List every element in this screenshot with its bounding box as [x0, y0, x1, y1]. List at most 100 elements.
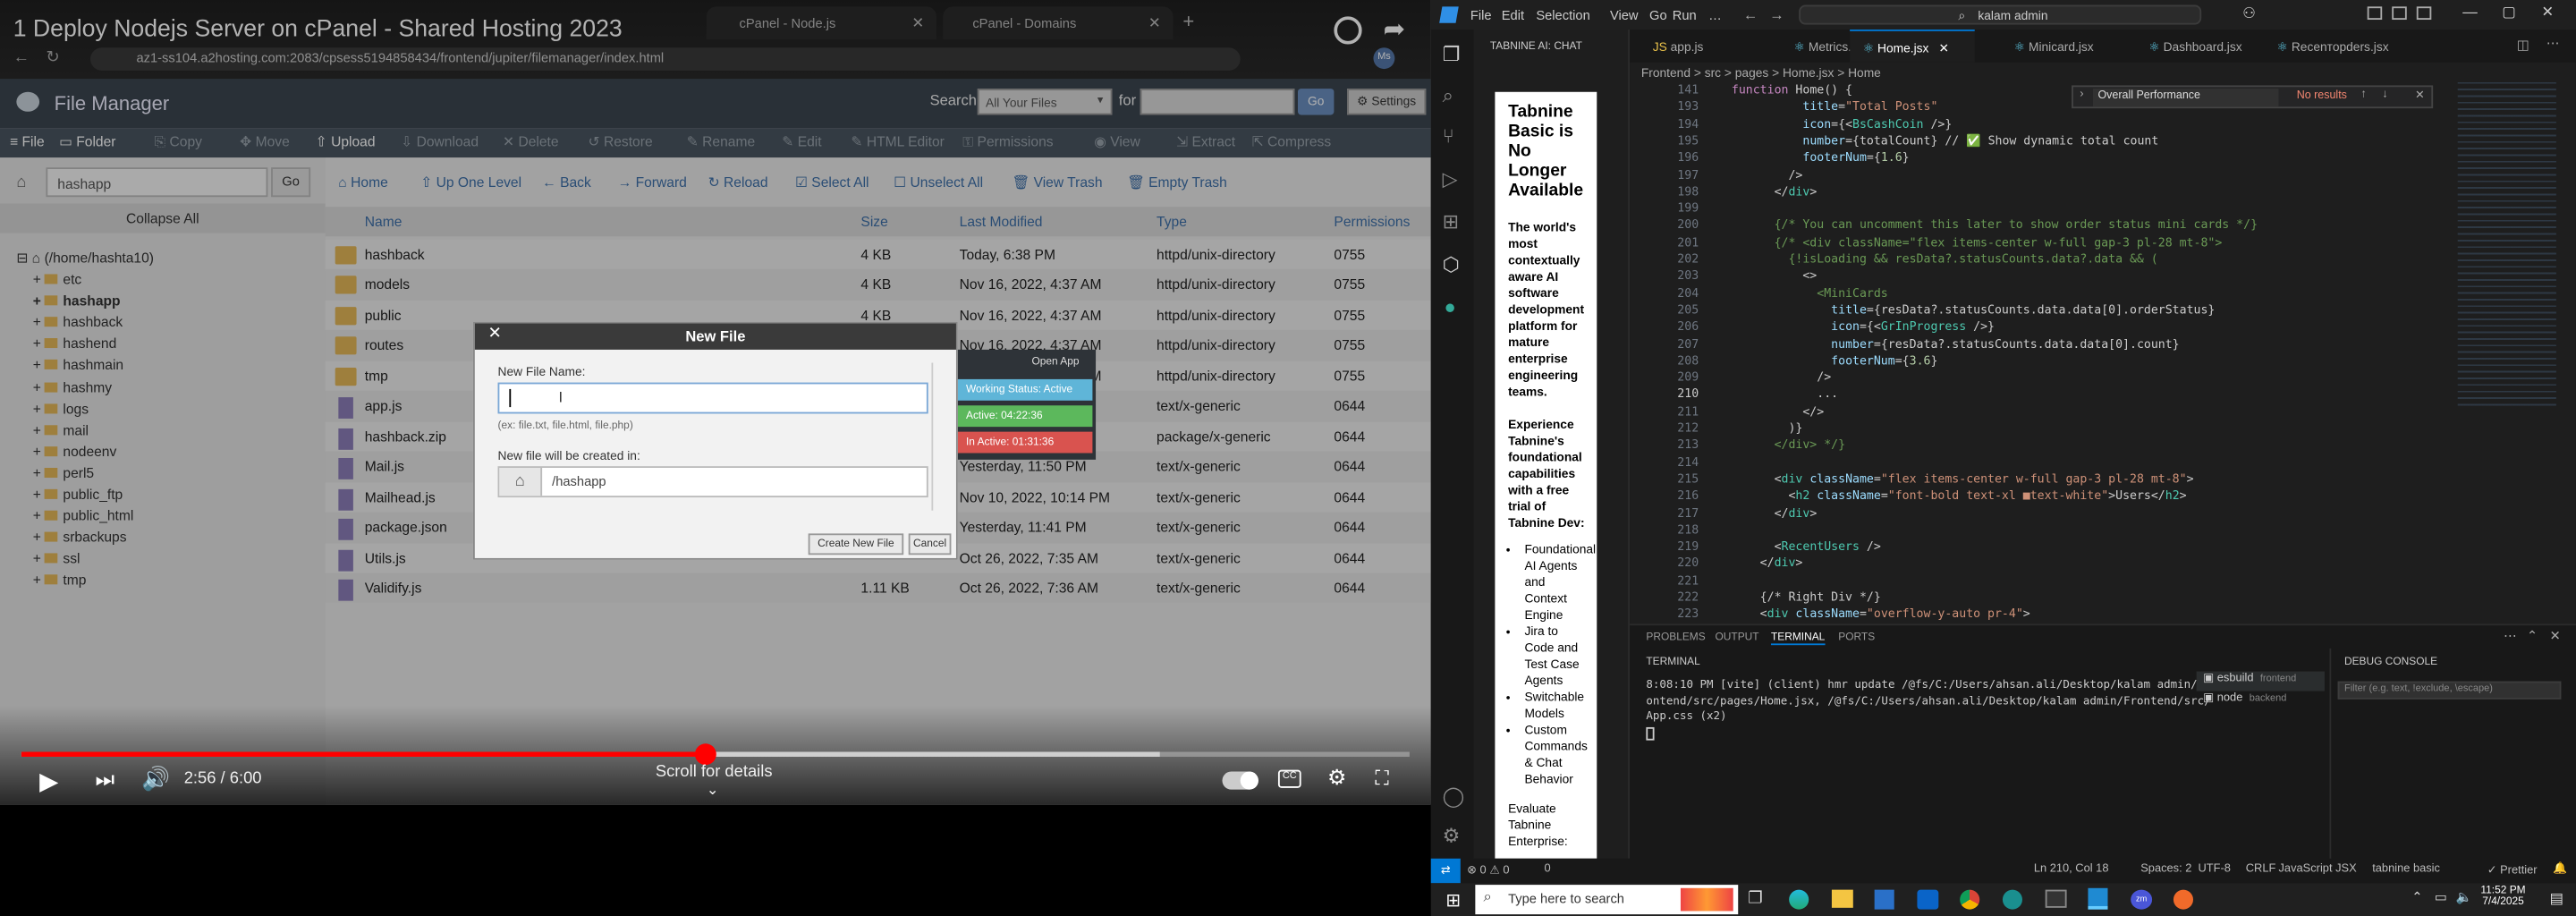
tree-item-public_html[interactable]: + public_html	[33, 507, 134, 523]
scroll-hint[interactable]: Scroll for details	[656, 763, 773, 781]
tree-item-public_ftp[interactable]: + public_ftp	[33, 486, 123, 502]
tree-item-hashmain[interactable]: + hashmain	[33, 357, 123, 373]
tab-minicardjsx[interactable]: ⚛ Minicard.jsx	[2001, 30, 2132, 63]
tree-item-tmp[interactable]: + tmp	[33, 572, 87, 588]
tabnine-icon[interactable]: ⬡	[1443, 253, 1460, 276]
manage-gear-icon[interactable]: ⚙	[1443, 824, 1461, 847]
tree-item-logs[interactable]: + logs	[33, 400, 89, 416]
fullscreen-icon[interactable]: ⛶	[1375, 767, 1388, 792]
breadcrumb[interactable]: Frontend > src > pages > Home.jsx > Home	[1641, 65, 1881, 81]
back-arrow-icon[interactable]: ←	[1743, 6, 1758, 22]
explorer-icon[interactable]: ❐	[1443, 43, 1461, 66]
table-row[interactable]: Validify.js 1.11 KB Oct 26, 2022, 7:36 AM t…	[325, 572, 1431, 604]
reload-icon[interactable]: ↻	[46, 49, 59, 67]
watch-later-icon[interactable]	[1334, 16, 1362, 45]
run-debug-icon[interactable]: ▷	[1443, 167, 1458, 191]
language-mode[interactable]: JavaScript JSX	[2279, 863, 2357, 875]
panel-tab-problems[interactable]: PROBLEMS	[1646, 632, 1705, 644]
app-icon[interactable]	[2002, 889, 2022, 910]
chevron-down-icon[interactable]: ⌄	[707, 782, 719, 800]
source-control-icon[interactable]: ⑂	[1443, 124, 1454, 148]
action-home[interactable]: ⌂ Home	[338, 174, 387, 191]
menu-view[interactable]: View	[1610, 8, 1639, 23]
file-name-input[interactable]: I	[497, 382, 928, 414]
vscode-taskbar-icon[interactable]	[2088, 887, 2108, 910]
layout-icon[interactable]	[2367, 6, 2383, 21]
windows-start-icon[interactable]: ⊞	[1445, 890, 1461, 911]
command-center-search[interactable]: ⌕ kalam admin	[1799, 4, 2202, 25]
action-unselect-all[interactable]: ☐ Unselect All	[894, 174, 983, 192]
terminal-icon[interactable]	[2045, 889, 2067, 908]
speaker-icon[interactable]: 🔈	[2456, 890, 2472, 905]
menu-edit[interactable]: Edit	[1502, 8, 1524, 23]
captions-icon[interactable]: CC	[1277, 769, 1301, 788]
close-icon[interactable]: ✕	[2541, 4, 2554, 21]
tree-item-hashend[interactable]: + hashend	[33, 335, 117, 352]
search-icon[interactable]: ⌕	[1443, 84, 1453, 109]
tab-homejsx[interactable]: ⚛ Home.jsx ✕	[1850, 30, 1975, 63]
panel-tab-terminal[interactable]: TERMINAL	[1770, 632, 1826, 646]
avatar[interactable]: Ms	[1373, 47, 1395, 70]
action-view-trash[interactable]: 🗑 View Trash	[1012, 174, 1102, 192]
action-forward[interactable]: → Forward	[618, 174, 687, 191]
remote-icon[interactable]: ⇄	[1430, 858, 1461, 884]
close-icon[interactable]: ✕	[1938, 41, 1949, 56]
tree-item-perl5[interactable]: + perl5	[33, 464, 94, 480]
scrubber-handle[interactable]	[695, 743, 716, 766]
line-ending[interactable]: CRLF	[2246, 863, 2276, 875]
toolbar-compress-button[interactable]: ⇱ Compress	[1252, 133, 1332, 151]
extensions-icon[interactable]: ⊞	[1443, 210, 1459, 233]
minimap[interactable]	[2457, 81, 2556, 411]
share-icon[interactable]: ➦	[1384, 13, 1406, 47]
maximize-icon[interactable]: ▢	[2502, 4, 2516, 21]
action-up-one-level[interactable]: ⇧ Up One Level	[420, 174, 521, 192]
panel-tab-output[interactable]: OUTPUT	[1716, 632, 1759, 644]
menu-selection[interactable]: Selection	[1536, 8, 1589, 23]
close-icon[interactable]: ✕	[1148, 15, 1161, 33]
volume-icon[interactable]: 🔊	[141, 765, 170, 793]
tree-item-hashback[interactable]: + hashback	[33, 314, 123, 330]
create-new-file-button[interactable]: Create New File	[808, 533, 904, 556]
toolbar-view-button[interactable]: ◉ View	[1094, 133, 1140, 151]
task-view-icon[interactable]: ❐	[1748, 890, 1762, 908]
path-input[interactable]: hashapp	[46, 167, 268, 198]
action-reload[interactable]: ↻ Reload	[708, 174, 768, 192]
tree-item-etc[interactable]: + etc	[33, 271, 81, 287]
toolbar-rename-button[interactable]: ✎ Rename	[687, 133, 755, 151]
debug-filter-input[interactable]: Filter (e.g. text, !exclude, \escape)	[2337, 681, 2562, 700]
tree-item-hashapp[interactable]: + hashapp	[33, 293, 121, 309]
bell-icon[interactable]: 🔔	[2553, 861, 2567, 875]
menu-more[interactable]: …	[1708, 8, 1722, 23]
tab-recendersjsx[interactable]: ⚛ Recenторders.jsx	[2264, 30, 2411, 63]
taskbar-search[interactable]: ⌕ Type here to search	[1475, 885, 1739, 915]
tree-item-mail[interactable]: + mail	[33, 421, 89, 437]
indentation[interactable]: Spaces: 2	[2140, 863, 2191, 875]
tab-cpanel-node[interactable]: cPanel - Node.js ✕	[706, 6, 936, 40]
tray-chevron-icon[interactable]: ⌃	[2411, 890, 2422, 905]
close-icon[interactable]: ✕	[911, 15, 924, 33]
tabnine-status[interactable]: tabnine basic	[2372, 863, 2440, 875]
zoom-icon[interactable]: zm	[2131, 889, 2153, 910]
menu-file[interactable]: File	[1470, 8, 1492, 23]
toolbar-delete-button[interactable]: ✕ Delete	[503, 133, 559, 151]
action-select-all[interactable]: ☑ Select All	[795, 174, 869, 192]
more-icon[interactable]: ⋯	[2504, 629, 2517, 644]
recorder-icon[interactable]	[2173, 889, 2193, 910]
column-name[interactable]: Name	[365, 214, 402, 230]
problems-count[interactable]: ⊗ 0 ⚠ 0	[1467, 863, 1509, 877]
tab-cpanel-domains[interactable]: cPanel - Domains ✕	[943, 6, 1174, 40]
maximize-panel-icon[interactable]: ⌃	[2527, 629, 2538, 644]
toolbar-copy-button[interactable]: ⎘ Copy	[155, 133, 202, 151]
collapse-all-button[interactable]: Collapse All	[0, 203, 326, 233]
mail-icon[interactable]	[1917, 889, 1939, 910]
toolbar-restore-button[interactable]: ↺ Restore	[589, 133, 653, 151]
progress-bar[interactable]	[21, 743, 1410, 766]
action-empty-trash[interactable]: 🗑 Empty Trash	[1127, 174, 1227, 192]
ports-count[interactable]: 0	[1544, 863, 1550, 875]
search-input[interactable]	[1140, 89, 1295, 115]
toolbar-permissions-button[interactable]: ⚿ Permissions	[962, 133, 1053, 151]
leaf-icon[interactable]: ●	[1444, 295, 1455, 318]
settings-button[interactable]: ⚙ Settings	[1347, 89, 1427, 115]
table-row[interactable]: models 4 KB Nov 16, 2022, 4:37 AM httpd/uni…	[325, 269, 1431, 301]
next-icon[interactable]: ⏭	[96, 767, 114, 793]
